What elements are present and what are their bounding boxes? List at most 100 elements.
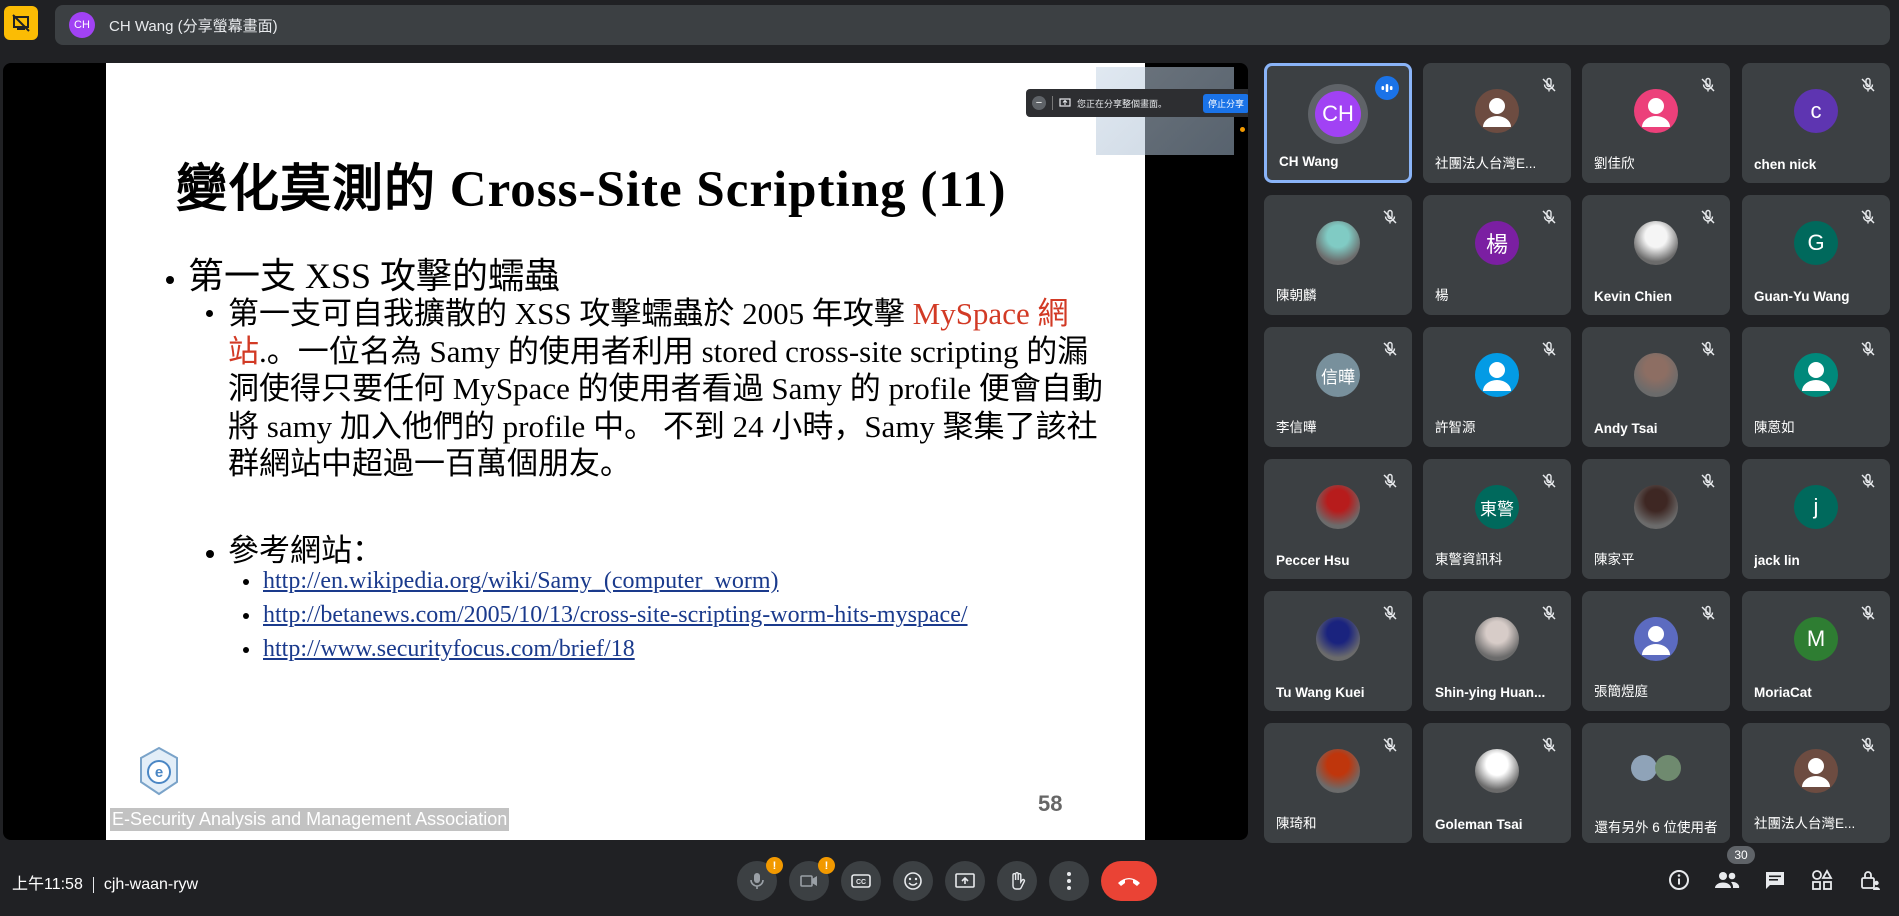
presenter-avatar: CH bbox=[69, 12, 95, 38]
mic-off-icon bbox=[1700, 341, 1716, 357]
reference-link[interactable]: http://betanews.com/2005/10/13/cross-sit… bbox=[263, 602, 968, 628]
avatar-photo bbox=[1475, 617, 1519, 661]
participant-name: 社團法人台灣E... bbox=[1435, 156, 1537, 171]
participant-tile[interactable]: M MoriaCat bbox=[1742, 591, 1890, 711]
mic-off-icon bbox=[1860, 341, 1876, 357]
participant-name: chen nick bbox=[1754, 157, 1817, 172]
presenter-title-bar: CH CH Wang (分享螢幕畫面) bbox=[55, 5, 1890, 45]
person-icon bbox=[1642, 98, 1670, 127]
bullet-dot bbox=[243, 647, 249, 654]
avatar: CH bbox=[1308, 84, 1368, 144]
participant-tile[interactable]: Peccer Hsu bbox=[1264, 459, 1412, 579]
slide-bullet-2: 參考網站： bbox=[206, 525, 383, 570]
bullet-dot bbox=[166, 275, 174, 284]
participant-name: 陳朝麟 bbox=[1276, 288, 1317, 303]
present-screen-icon bbox=[955, 873, 975, 888]
avatar: c bbox=[1794, 89, 1838, 133]
participant-tile[interactable]: Kevin Chien bbox=[1582, 195, 1730, 315]
participant-grid: CH CH Wang 社團法人台灣E... 劉佳欣 c chen nick 陳朝麟 楊楊 Kev… bbox=[1264, 63, 1892, 843]
avatar-initials: 東警 bbox=[1480, 499, 1514, 519]
participant-tile[interactable]: Goleman Tsai bbox=[1423, 723, 1571, 843]
participant-name: 楊 bbox=[1435, 288, 1449, 303]
reference-links: http://en.wikipedia.org/wiki/Samy_(compu… bbox=[243, 568, 968, 670]
reactions-button[interactable] bbox=[893, 861, 933, 901]
mic-off-icon bbox=[1860, 473, 1876, 489]
participant-name: 陳家平 bbox=[1594, 552, 1635, 567]
captions-button[interactable]: CC bbox=[841, 861, 881, 901]
participant-tile[interactable]: 陳朝麟 bbox=[1264, 195, 1412, 315]
mic-off-icon bbox=[1382, 737, 1398, 753]
participant-tile[interactable]: 社團法人台灣E... bbox=[1423, 63, 1571, 183]
organization-name: E-Security Analysis and Management Assoc… bbox=[110, 808, 510, 831]
participant-tile[interactable]: c chen nick bbox=[1742, 63, 1890, 183]
participant-tile[interactable]: CH CH Wang bbox=[1264, 63, 1412, 183]
reference-link-row: http://www.securityfocus.com/brief/18 bbox=[243, 636, 968, 670]
participant-tile[interactable]: 許智源 bbox=[1423, 327, 1571, 447]
reference-link[interactable]: http://en.wikipedia.org/wiki/Samy_(compu… bbox=[263, 568, 778, 594]
participant-tile[interactable]: 信曄 李信曄 bbox=[1264, 327, 1412, 447]
participant-name: Peccer Hsu bbox=[1276, 553, 1350, 568]
participant-tile[interactable]: Tu Wang Kuei bbox=[1264, 591, 1412, 711]
microphone-button[interactable]: ! bbox=[737, 857, 783, 901]
avatar-photo bbox=[1316, 617, 1360, 661]
reference-link[interactable]: http://www.securityfocus.com/brief/18 bbox=[263, 636, 635, 662]
presenter-title: CH Wang (分享螢幕畫面) bbox=[109, 17, 278, 35]
activities-button[interactable] bbox=[1806, 864, 1838, 896]
presentation-slide: 變化莫測的 Cross-Site Scripting (11) 第一支 XSS … bbox=[106, 63, 1248, 840]
raise-hand-button[interactable] bbox=[997, 861, 1037, 901]
participant-tile[interactable]: 陳家平 bbox=[1582, 459, 1730, 579]
mic-off-icon bbox=[1541, 473, 1557, 489]
divider bbox=[92, 876, 94, 893]
chat-button[interactable] bbox=[1759, 864, 1791, 896]
presentation-off-icon[interactable] bbox=[4, 6, 38, 40]
emoji-icon bbox=[904, 872, 922, 890]
camera-button[interactable]: ! bbox=[789, 857, 835, 901]
participant-tile[interactable]: 楊楊 bbox=[1423, 195, 1571, 315]
people-button[interactable] bbox=[1711, 864, 1743, 896]
mic-off-icon bbox=[1860, 77, 1876, 93]
participant-tile[interactable]: 東警 東警資訊科 bbox=[1423, 459, 1571, 579]
share-status-text: 您正在分享整個畫面。 bbox=[1077, 98, 1168, 109]
divider bbox=[1052, 96, 1053, 110]
host-controls-button[interactable] bbox=[1854, 864, 1886, 896]
participant-tile[interactable]: 張簡煜庭 bbox=[1582, 591, 1730, 711]
more-participants-label: 還有另外 6 位使用者 bbox=[1594, 820, 1718, 835]
avatar-photo bbox=[1475, 749, 1519, 793]
participant-tile[interactable]: Andy Tsai bbox=[1582, 327, 1730, 447]
slide-bullet-1-text: 第一支 XSS 攻擊的蠕蟲 bbox=[188, 256, 561, 296]
stop-sharing-button[interactable]: 停止分享 bbox=[1202, 93, 1248, 113]
meeting-code: cjh-waan-ryw bbox=[103, 876, 199, 893]
mic-off-icon bbox=[1541, 77, 1557, 93]
chat-icon bbox=[1766, 872, 1784, 889]
participant-tile[interactable]: G Guan-Yu Wang bbox=[1742, 195, 1890, 315]
participant-tile[interactable]: j jack lin bbox=[1742, 459, 1890, 579]
participant-tile[interactable]: 陳琦和 bbox=[1264, 723, 1412, 843]
lock-person-icon bbox=[1861, 871, 1880, 890]
participant-name: jack lin bbox=[1754, 553, 1800, 568]
present-screen-button[interactable] bbox=[945, 861, 985, 901]
leave-call-button[interactable] bbox=[1101, 861, 1157, 901]
participant-tile[interactable]: Shin-ying Huan... bbox=[1423, 591, 1571, 711]
minimize-icon[interactable]: − bbox=[1032, 96, 1046, 110]
avatar-photo bbox=[1316, 221, 1360, 265]
avatar: 東警 bbox=[1475, 485, 1519, 529]
participant-tile[interactable]: 社團法人台灣E... bbox=[1742, 723, 1890, 843]
mic-off-icon bbox=[1541, 737, 1557, 753]
slide-page-number: 58 bbox=[1038, 791, 1063, 816]
participant-tile[interactable]: 陳蒽如 bbox=[1742, 327, 1890, 447]
meeting-info: 上午11:58 cjh-waan-ryw bbox=[12, 870, 198, 894]
reference-link-row: http://en.wikipedia.org/wiki/Samy_(compu… bbox=[243, 568, 968, 602]
hang-up-icon bbox=[1118, 878, 1140, 886]
more-options-button[interactable] bbox=[1049, 861, 1089, 901]
meeting-details-button[interactable] bbox=[1663, 864, 1695, 896]
person-icon bbox=[1802, 362, 1830, 391]
participant-name: MoriaCat bbox=[1754, 685, 1812, 700]
participant-tile[interactable]: 劉佳欣 bbox=[1582, 63, 1730, 183]
person-icon bbox=[1483, 98, 1511, 127]
svg-text:CC: CC bbox=[856, 879, 866, 886]
avatar-initials: CH bbox=[1315, 91, 1361, 137]
participant-name: 張簡煜庭 bbox=[1594, 684, 1648, 699]
participant-tile[interactable]: 還有另外 6 位使用者 bbox=[1582, 723, 1730, 843]
participant-name: 社團法人台灣E... bbox=[1754, 816, 1856, 831]
avatar-photo bbox=[1634, 221, 1678, 265]
